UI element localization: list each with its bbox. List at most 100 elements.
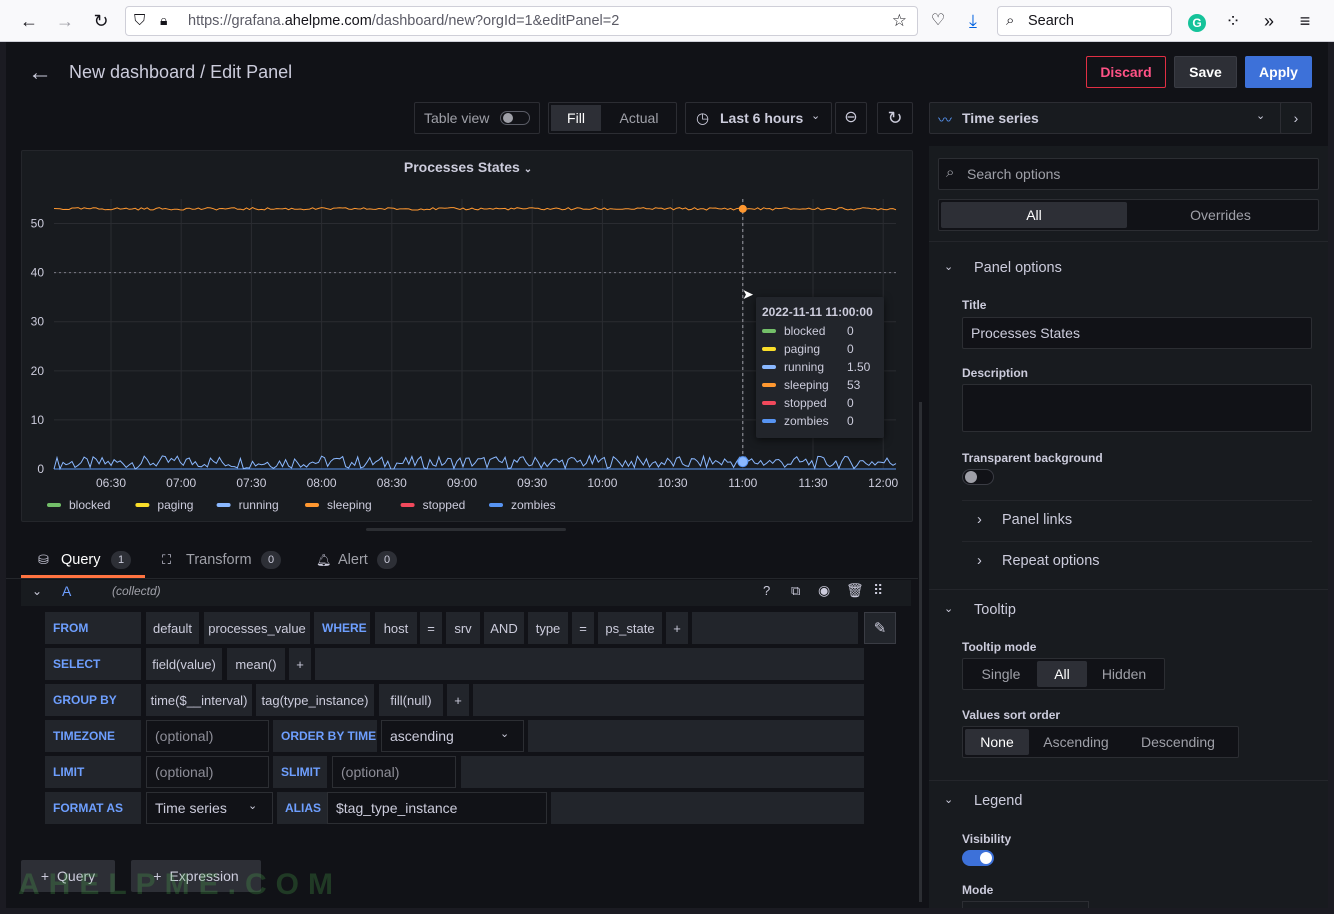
where-condition-and[interactable]: AND [484, 612, 524, 644]
zoom-out-icon[interactable]: ⊖ [835, 102, 867, 134]
hamburger-menu-icon[interactable]: ≡ [1293, 9, 1317, 33]
bookmark-star-icon[interactable]: ☆ [892, 11, 907, 31]
legend-mode-group[interactable] [962, 901, 1089, 908]
address-bar[interactable]: ⛉ 🔒︎ https://grafana.ahelpme.com/dashboa… [125, 6, 918, 36]
x-tick-label: 07:30 [236, 476, 266, 490]
alias-input[interactable]: $tag_type_instance [327, 792, 547, 824]
limit-keyword: LIMIT [45, 756, 141, 788]
time-range-picker[interactable]: ◷ Last 6 hours ⌄ [685, 102, 832, 134]
group-by-fill[interactable]: fill(null) [379, 684, 443, 716]
eye-icon[interactable]: ◉ [818, 582, 830, 599]
tooltip-mode-hidden[interactable]: Hidden [1087, 661, 1161, 687]
order-by-select[interactable]: ascending ⌄ [381, 720, 524, 752]
description-textarea[interactable] [962, 384, 1312, 432]
back-arrow-icon[interactable]: ← [17, 9, 41, 33]
series-color-swatch [762, 401, 776, 405]
fill-option[interactable]: Fill [551, 105, 601, 131]
where-key-type[interactable]: type [528, 612, 568, 644]
table-view-switch[interactable] [500, 111, 530, 125]
sort-order-descending[interactable]: Descending [1123, 729, 1233, 755]
refresh-icon[interactable]: ↻ [877, 102, 913, 134]
tab-query[interactable]: ⛁ Query 1 [21, 546, 145, 578]
from-measurement[interactable]: processes_value [204, 612, 310, 644]
transform-count-badge: 0 [261, 551, 281, 569]
browser-search-input[interactable]: ⌕ Search [997, 6, 1172, 36]
slimit-input[interactable]: (optional) [332, 756, 456, 788]
tab-all[interactable]: All [941, 202, 1127, 228]
actual-option[interactable]: Actual [607, 105, 671, 131]
tooltip-series-name: stopped [784, 396, 827, 410]
y-tick-label: 10 [31, 413, 45, 427]
divider [929, 241, 1328, 242]
pencil-edit-icon[interactable]: ✎ [864, 612, 896, 644]
group-by-tag[interactable]: tag(type_instance) [256, 684, 374, 716]
download-icon[interactable]: ⤓ [961, 9, 985, 33]
chart-tooltip: 2022-11-11 11:00:00 blocked 0 paging 0 runni… [756, 297, 884, 438]
tab-query-label: Query [61, 552, 101, 568]
select-field[interactable]: field(value) [146, 648, 222, 680]
timezone-input[interactable]: (optional) [146, 720, 269, 752]
add-select-button[interactable]: + [289, 648, 311, 680]
table-view-toggle[interactable]: Table view [414, 102, 540, 134]
fill-actual-switch: Fill Actual [548, 102, 677, 134]
x-tick-label: 07:00 [166, 476, 196, 490]
tab-overrides[interactable]: Overrides [1127, 202, 1314, 228]
chevron-down-icon[interactable]: ⌄ [32, 584, 42, 598]
vertical-scrollbar[interactable] [919, 402, 922, 902]
sort-order-ascending[interactable]: Ascending [1029, 729, 1123, 755]
tab-transform[interactable]: ⛶ Transform 0 [162, 546, 292, 578]
collapse-options-chevron-icon[interactable]: › [1280, 102, 1312, 134]
search-icon: ⌕ [946, 164, 955, 181]
where-operator[interactable]: = [572, 612, 594, 644]
grammarly-icon[interactable]: G [1185, 9, 1209, 33]
shield-icon[interactable]: ⛉ [134, 12, 145, 29]
format-as-select[interactable]: Time series ⌄ [146, 792, 273, 824]
alias-keyword: ALIAS [277, 792, 327, 824]
where-key-host[interactable]: host [375, 612, 417, 644]
drag-handle-icon[interactable]: ⠿ [873, 582, 883, 599]
lock-icon[interactable]: 🔒︎ [160, 12, 167, 29]
apply-button[interactable]: Apply [1245, 56, 1312, 88]
trash-icon[interactable]: 🗑︎ [846, 582, 864, 599]
save-button[interactable]: Save [1174, 56, 1237, 88]
legend-swatch [47, 503, 61, 507]
order-by-time-keyword: ORDER BY TIME [273, 720, 377, 752]
browser-search-placeholder: Search [1028, 13, 1074, 29]
where-operator[interactable]: = [420, 612, 442, 644]
alert-count-badge: 0 [377, 551, 397, 569]
add-group-by-button[interactable]: + [447, 684, 469, 716]
help-icon[interactable]: ? [763, 583, 770, 598]
back-arrow-icon[interactable]: ← [28, 59, 52, 87]
duplicate-icon[interactable]: ⧉ [791, 583, 800, 599]
sort-order-none[interactable]: None [965, 729, 1029, 755]
title-input[interactable]: Processes States [962, 317, 1312, 349]
y-tick-label: 20 [31, 364, 45, 378]
visualization-picker[interactable]: 〰 Time series ⌄ [929, 102, 1284, 134]
tooltip-mode-all[interactable]: All [1037, 661, 1087, 687]
reload-icon[interactable]: ↻ [89, 9, 113, 33]
chevron-down-icon: ⌄ [944, 794, 954, 806]
legend-visibility-toggle[interactable] [962, 850, 994, 866]
group-by-time[interactable]: time($__interval) [146, 684, 252, 716]
tab-alert[interactable]: 🔔︎ Alert 0 [316, 546, 416, 578]
overflow-chevrons-icon[interactable]: » [1257, 9, 1281, 33]
transparent-background-toggle[interactable] [962, 469, 994, 485]
add-where-button[interactable]: + [666, 612, 688, 644]
chevron-right-icon: › [977, 512, 982, 528]
extension-icon[interactable]: ⁘ [1221, 9, 1245, 33]
where-value-ps-state[interactable]: ps_state [598, 612, 662, 644]
forward-arrow-icon[interactable]: → [53, 9, 77, 33]
query-ref-id[interactable]: A [62, 583, 71, 599]
from-database[interactable]: default [146, 612, 199, 644]
where-value-srv[interactable]: srv [446, 612, 480, 644]
search-options-input[interactable]: ⌕ Search options [938, 158, 1319, 190]
options-tabs: All Overrides [938, 199, 1319, 231]
select-aggregation[interactable]: mean() [227, 648, 285, 680]
discard-button[interactable]: Discard [1086, 56, 1166, 88]
limit-input[interactable]: (optional) [146, 756, 269, 788]
select-keyword: SELECT [45, 648, 141, 680]
row-filler [473, 684, 864, 716]
pane-resize-handle[interactable] [366, 528, 566, 531]
pocket-icon[interactable]: ♡ [926, 9, 950, 33]
tooltip-mode-single[interactable]: Single [965, 661, 1037, 687]
